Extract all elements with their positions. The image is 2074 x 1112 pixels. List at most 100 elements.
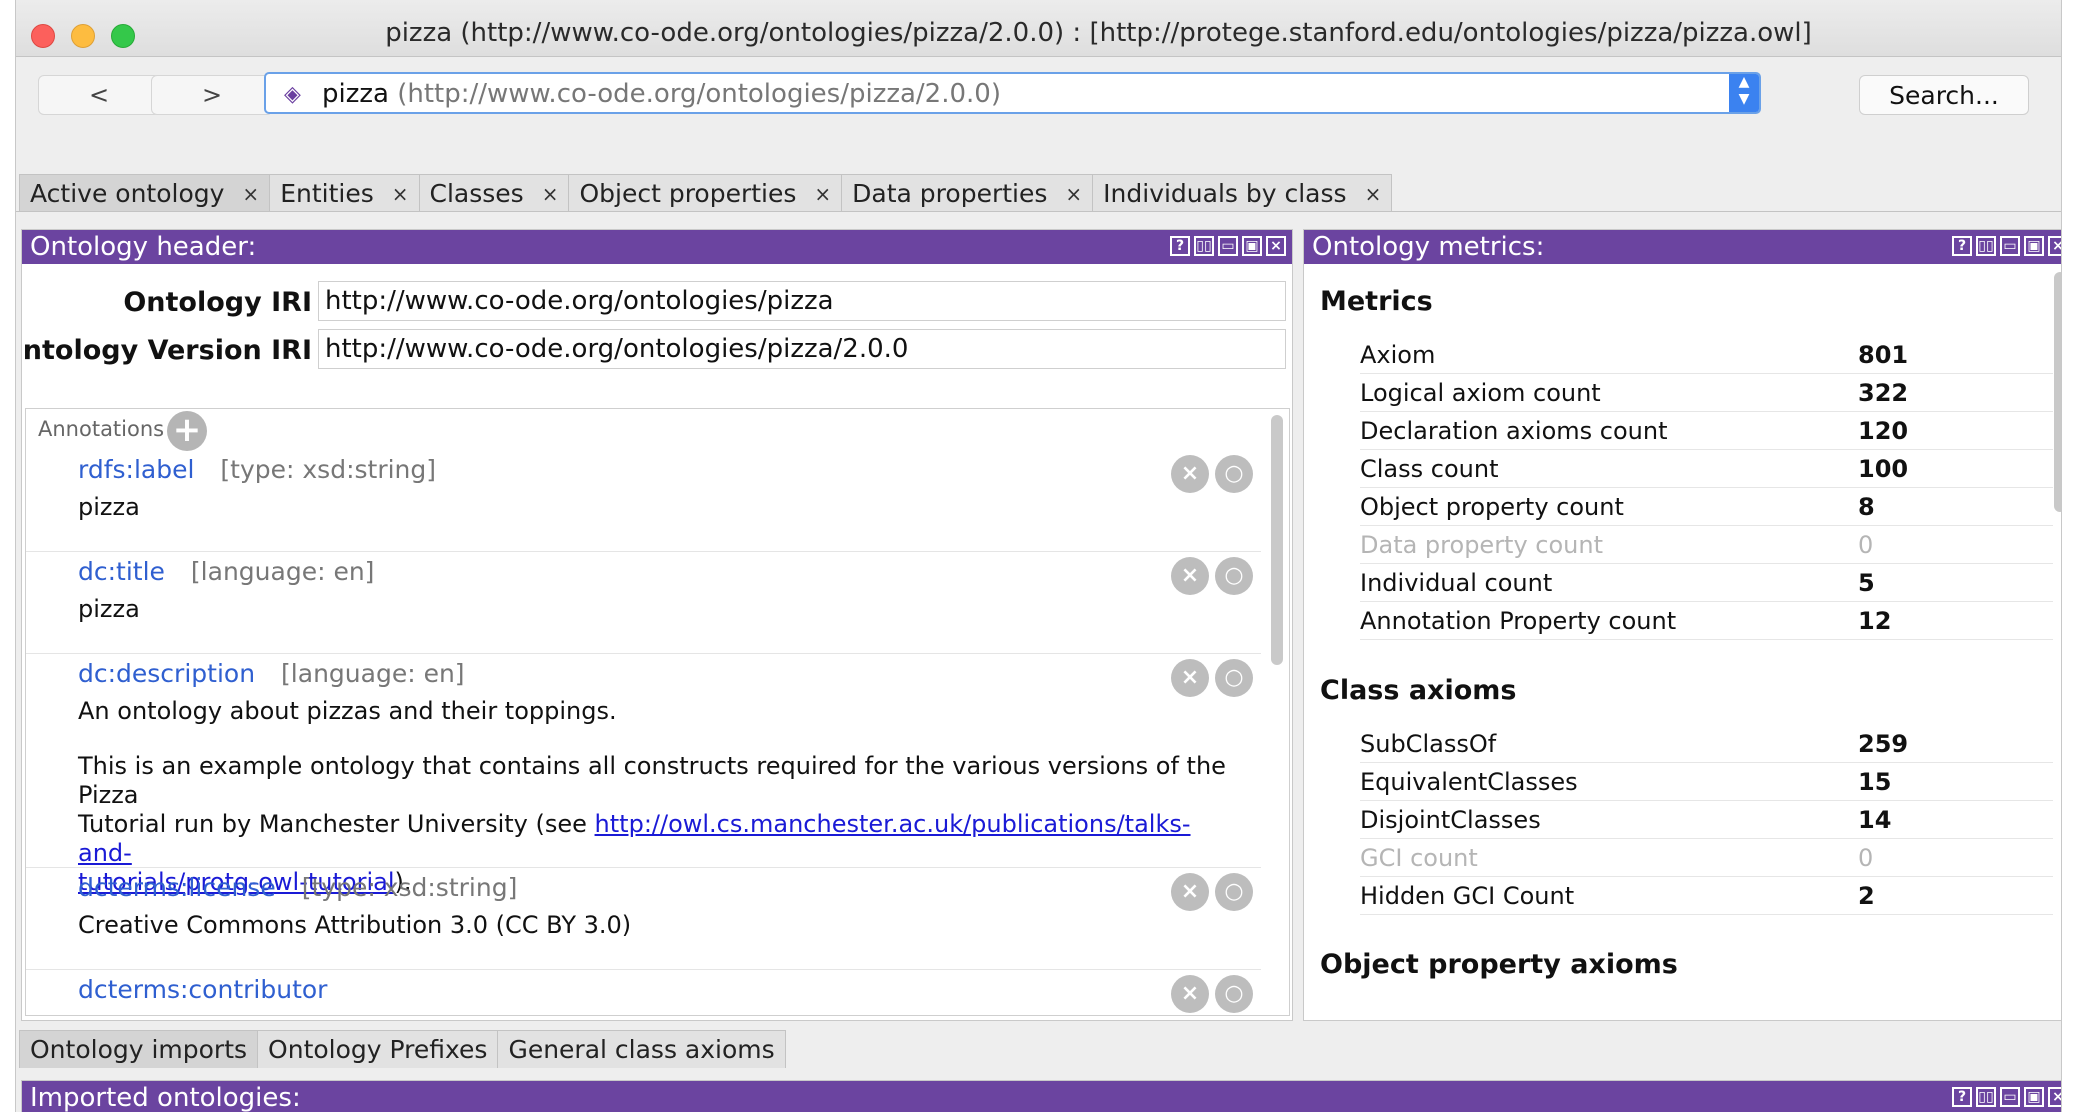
tab-active-ontology[interactable]: Active ontology ×	[19, 174, 271, 212]
tab-object-properties[interactable]: Object properties ×	[568, 174, 843, 212]
delete-annotation-icon[interactable]: ×	[1171, 975, 1209, 1013]
metric-row: Annotation Property count 12	[1360, 602, 2053, 640]
annotations-list: Annotations + rdfs:label [type: xsd:strin…	[25, 408, 1290, 1016]
metrics-section-title: Class axioms	[1320, 675, 1517, 706]
annotation-row: dcterms:license [type: xsd:string] Creati…	[26, 867, 1261, 970]
ontology-selector-text: pizza (http://www.co-ode.org/ontologies/…	[322, 79, 1001, 109]
workspace-tabs: Active ontology × Entities × Classes × Obje…	[19, 174, 1393, 212]
metric-row: EquivalentClasses 15	[1360, 763, 2053, 801]
tab-ontology-imports[interactable]: Ontology imports	[19, 1030, 259, 1068]
delete-annotation-icon[interactable]: ×	[1171, 455, 1209, 493]
annotation-property[interactable]: rdfs:label [type: xsd:string]	[78, 455, 436, 484]
ontology-iri-label: Ontology IRI	[123, 287, 312, 318]
tabs-divider	[16, 211, 2061, 212]
panel-title: Ontology header:	[30, 232, 257, 262]
edit-annotation-icon[interactable]: ○	[1215, 455, 1253, 493]
search-button[interactable]: Search...	[1859, 75, 2029, 115]
selector-stepper-icon[interactable]: ▲ ▼	[1729, 74, 1759, 112]
close-icon[interactable]: ×	[1365, 182, 1382, 206]
edit-annotation-icon[interactable]: ○	[1215, 659, 1253, 697]
close-icon[interactable]: ×	[2048, 236, 2061, 256]
annotation-property[interactable]: dcterms:license [type: xsd:string]	[78, 873, 517, 902]
metric-row: Logical axiom count 322	[1360, 374, 2053, 412]
panel-title: Ontology metrics:	[1312, 232, 1545, 262]
panel-header: Imported ontologies: ? ▯▯ ▭ ▣ ×	[22, 1081, 2061, 1112]
maximize-icon[interactable]: ▣	[2024, 1087, 2044, 1107]
metric-row: Data property count 0	[1360, 526, 2053, 564]
annotations-heading: Annotations	[38, 417, 165, 441]
annotation-property[interactable]: dcterms:contributor	[78, 975, 327, 1004]
metric-row: Hidden GCI Count 2	[1360, 877, 2053, 915]
close-icon[interactable]: ×	[1065, 182, 1082, 206]
app-window: pizza (http://www.co-ode.org/ontologies/…	[15, 0, 2062, 1112]
panel-body: Metrics Axiom 801 Logical axiom count 322 …	[1304, 264, 2061, 1020]
ontology-iri-row: Ontology IRI http://www.co-ode.org/ontol…	[22, 281, 1292, 321]
close-icon[interactable]: ×	[814, 182, 831, 206]
split-horizontal-icon[interactable]: ▭	[1218, 236, 1238, 256]
tab-entities[interactable]: Entities ×	[269, 174, 420, 212]
close-icon[interactable]: ×	[2048, 1087, 2061, 1107]
ontology-version-iri-field[interactable]: http://www.co-ode.org/ontologies/pizza/2…	[318, 329, 1286, 369]
metric-row: Object property count 8	[1360, 488, 2053, 526]
minimize-window-button[interactable]	[71, 24, 95, 48]
metrics-section-title: Object property axioms	[1320, 949, 1678, 980]
annotation-value: pizza	[78, 493, 140, 521]
close-icon[interactable]: ×	[1266, 236, 1286, 256]
delete-annotation-icon[interactable]: ×	[1171, 873, 1209, 911]
split-vertical-icon[interactable]: ▯▯	[1194, 236, 1214, 256]
ontology-selector[interactable]: ◈ pizza (http://www.co-ode.org/ontologie…	[264, 72, 1761, 114]
panel-body: Ontology IRI http://www.co-ode.org/ontol…	[22, 264, 1292, 1020]
metric-row: GCI count 0	[1360, 839, 2053, 877]
metric-row: DisjointClasses 14	[1360, 801, 2053, 839]
add-annotation-icon[interactable]: +	[167, 411, 207, 451]
imports-tabs: Ontology imports Ontology Prefixes Gener…	[19, 1030, 786, 1068]
help-icon[interactable]: ?	[1952, 236, 1972, 256]
close-icon[interactable]: ×	[392, 182, 409, 206]
metric-row: Individual count 5	[1360, 564, 2053, 602]
close-window-button[interactable]	[31, 24, 55, 48]
ontology-metrics-panel: Ontology metrics: ? ▯▯ ▭ ▣ × Metrics Axi…	[1303, 229, 2061, 1021]
annotation-property[interactable]: dc:description [language: en]	[78, 659, 465, 688]
ontology-version-iri-label: Ontology Version IRI	[22, 335, 312, 366]
edit-annotation-icon[interactable]: ○	[1215, 975, 1253, 1013]
annotation-property[interactable]: dc:title [language: en]	[78, 557, 374, 586]
ontology-iri-field[interactable]: http://www.co-ode.org/ontologies/pizza	[318, 281, 1286, 321]
edit-annotation-icon[interactable]: ○	[1215, 557, 1253, 595]
annotations-scrollbar[interactable]	[1271, 415, 1283, 665]
forward-button[interactable]: >	[151, 75, 273, 115]
maximize-icon[interactable]: ▣	[1242, 236, 1262, 256]
split-horizontal-icon[interactable]: ▭	[2000, 1087, 2020, 1107]
tab-ontology-prefixes[interactable]: Ontology Prefixes	[257, 1030, 499, 1068]
edit-annotation-icon[interactable]: ○	[1215, 873, 1253, 911]
tab-classes[interactable]: Classes ×	[418, 174, 570, 212]
metric-row: Axiom 801	[1360, 336, 2053, 374]
help-icon[interactable]: ?	[1170, 236, 1190, 256]
maximize-icon[interactable]: ▣	[2024, 236, 2044, 256]
panel-title: Imported ontologies:	[30, 1083, 301, 1112]
title-bar: pizza (http://www.co-ode.org/ontologies/…	[16, 0, 2061, 57]
imported-ontologies-panel: Imported ontologies: ? ▯▯ ▭ ▣ ×	[21, 1080, 2061, 1112]
tab-individuals-by-class[interactable]: Individuals by class ×	[1092, 174, 1393, 212]
split-vertical-icon[interactable]: ▯▯	[1976, 236, 1996, 256]
tab-general-class-axioms[interactable]: General class axioms	[497, 1030, 786, 1068]
delete-annotation-icon[interactable]: ×	[1171, 659, 1209, 697]
metric-row: SubClassOf 259	[1360, 725, 2053, 763]
split-vertical-icon[interactable]: ▯▯	[1976, 1087, 1996, 1107]
metrics-scrollbar[interactable]	[2054, 272, 2061, 512]
tab-data-properties[interactable]: Data properties ×	[841, 174, 1094, 212]
help-icon[interactable]: ?	[1952, 1087, 1972, 1107]
metric-row: Declaration axioms count 120	[1360, 412, 2053, 450]
annotation-row: dc:description [language: en] An ontology…	[26, 653, 1261, 896]
annotation-value: pizza	[78, 595, 140, 623]
delete-annotation-icon[interactable]: ×	[1171, 557, 1209, 595]
annotation-value: Creative Commons Attribution 3.0 (CC BY …	[78, 911, 632, 939]
panel-header: Ontology metrics: ? ▯▯ ▭ ▣ ×	[1304, 230, 2061, 264]
metrics-section-title: Metrics	[1320, 286, 1433, 317]
close-icon[interactable]: ×	[542, 182, 559, 206]
back-button[interactable]: <	[38, 75, 160, 115]
annotation-row: dcterms:contributor × ○	[26, 969, 1261, 1015]
annotation-row: dc:title [language: en] pizza × ○	[26, 551, 1261, 654]
zoom-window-button[interactable]	[111, 24, 135, 48]
split-horizontal-icon[interactable]: ▭	[2000, 236, 2020, 256]
close-icon[interactable]: ×	[242, 182, 259, 206]
